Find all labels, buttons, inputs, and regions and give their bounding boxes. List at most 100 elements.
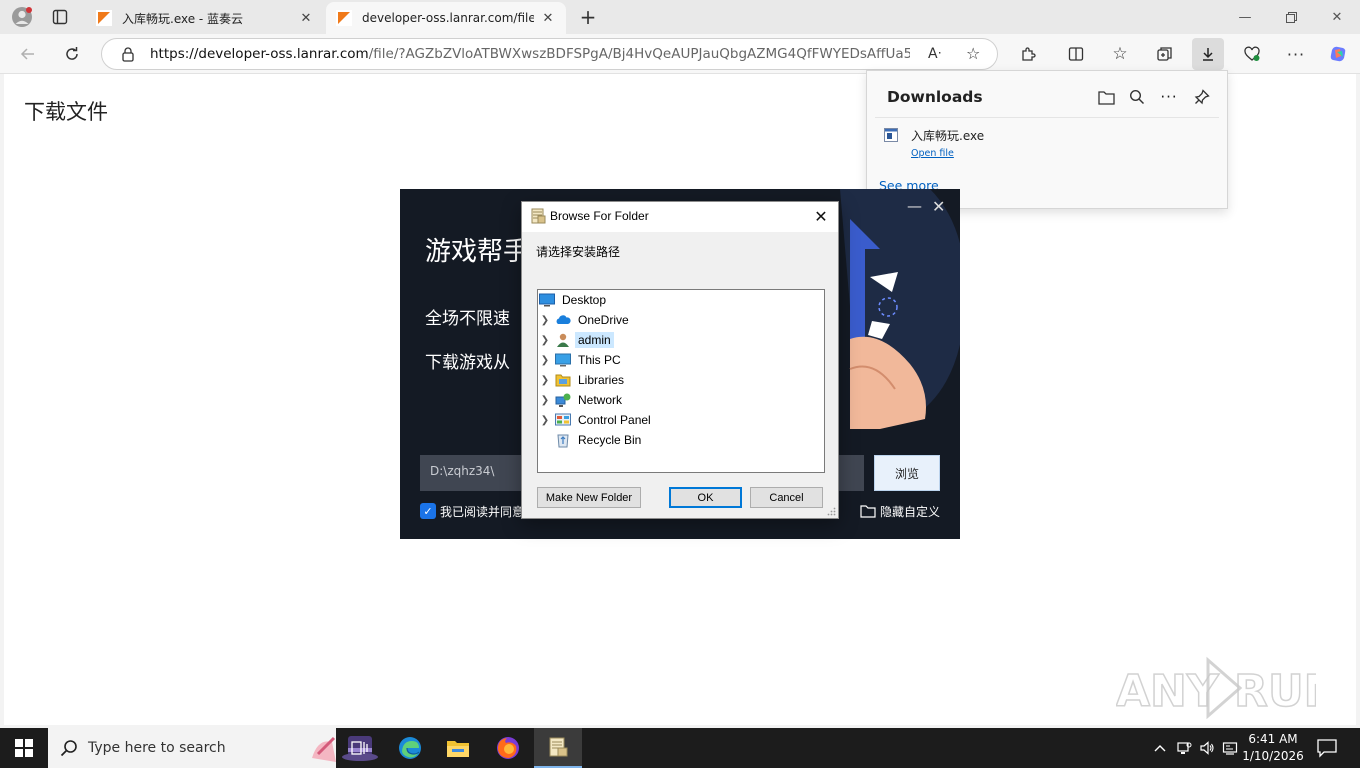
search-icon (60, 740, 77, 757)
pc-icon (555, 353, 571, 367)
installer-feature-line-2: 下载游戏从 (425, 353, 510, 373)
tree-node-libraries[interactable]: ❯ Libraries (539, 371, 627, 389)
folder-tree[interactable]: Desktop ❯ OneDrive ❯ admin ❯ This PC ❯ L… (537, 289, 825, 473)
downloads-more-icon[interactable]: ··· (1158, 86, 1180, 108)
open-file-link[interactable]: Open file (911, 148, 954, 159)
hand-illustration-icon (840, 189, 960, 429)
task-view-icon (351, 741, 368, 755)
notification-center-icon[interactable] (1316, 738, 1338, 758)
tab-close-icon[interactable]: ✕ (540, 10, 556, 26)
folder-icon[interactable] (860, 504, 876, 518)
installer-feature-line-1: 全场不限速 (425, 309, 510, 329)
make-new-folder-button[interactable]: Make New Folder (537, 487, 641, 508)
tree-node-recycle-bin[interactable]: Recycle Bin (551, 431, 644, 449)
anyrun-watermark-icon: ANY RUN (1116, 656, 1316, 720)
dialog-close-icon[interactable]: ✕ (808, 205, 834, 229)
tab-close-icon[interactable]: ✕ (298, 10, 314, 26)
start-button[interactable] (0, 728, 48, 768)
taskbar-installer-app[interactable] (534, 728, 582, 768)
extensions-icon[interactable] (1012, 38, 1044, 70)
task-view-button[interactable] (336, 728, 384, 768)
tree-node-network[interactable]: ❯ Network (539, 391, 625, 409)
expand-chevron-icon[interactable]: ❯ (539, 315, 551, 326)
read-aloud-icon[interactable]: Aᐧ (928, 46, 941, 62)
url-text[interactable]: https://developer-oss.lanrar.com/file/?A… (150, 46, 910, 62)
collections-icon[interactable] (1148, 38, 1180, 70)
address-bar[interactable]: https://developer-oss.lanrar.com/file/?A… (101, 38, 998, 70)
taskbar-file-explorer[interactable] (434, 728, 482, 768)
back-icon[interactable] (12, 38, 44, 70)
tree-node-control-panel[interactable]: ❯ Control Panel (539, 411, 654, 429)
minimize-window-icon[interactable]: — (1222, 0, 1268, 34)
installer-minimize-icon[interactable]: — (907, 197, 923, 215)
search-downloads-icon[interactable] (1126, 86, 1148, 108)
more-options-icon[interactable]: ··· (1280, 38, 1312, 70)
agree-checkbox[interactable]: ✓ (420, 503, 436, 519)
dialog-prompt: 请选择安装路径 (536, 245, 621, 259)
tree-node-onedrive[interactable]: ❯ OneDrive (539, 311, 632, 329)
dialog-app-icon (531, 208, 546, 224)
tray-input-icon[interactable] (1220, 738, 1240, 758)
lanzou-favicon-icon (96, 10, 112, 26)
open-downloads-folder-icon[interactable] (1095, 86, 1117, 108)
tab-lanzou[interactable]: 入库畅玩.exe - 蓝奏云 ✕ (86, 2, 324, 34)
tab-actions-icon[interactable] (46, 5, 74, 29)
tab-title: 入库畅玩.exe - 蓝奏云 (122, 11, 244, 26)
expand-chevron-icon[interactable]: ❯ (539, 415, 551, 426)
taskbar-search-box[interactable]: Type here to search (48, 728, 378, 768)
installer-close-icon[interactable]: ✕ (932, 197, 948, 216)
windows-logo-icon (15, 739, 33, 757)
taskbar: Type here to search 6:41 AM 1/10/2026 (0, 728, 1360, 768)
resize-grip-icon[interactable] (826, 506, 836, 516)
network-icon (555, 393, 571, 407)
browse-button[interactable]: 浏览 (874, 455, 940, 491)
recycle-bin-icon (557, 434, 569, 448)
tab-developer-oss[interactable]: developer-oss.lanrar.com/file/?AG ✕ (326, 2, 566, 34)
desktop-icon (539, 293, 555, 307)
tree-node-admin[interactable]: ❯ admin (539, 331, 614, 349)
split-screen-icon[interactable] (1060, 38, 1092, 70)
favorites-icon[interactable]: ☆ (1104, 38, 1136, 70)
expand-chevron-icon[interactable]: ❯ (539, 395, 551, 406)
lock-icon[interactable] (120, 46, 136, 62)
browser-essentials-icon[interactable] (1236, 38, 1268, 70)
page-title: 下载文件 (24, 100, 108, 124)
control-panel-icon (555, 413, 571, 426)
expand-chevron-icon[interactable]: ❯ (539, 355, 551, 366)
tab-title: developer-oss.lanrar.com/file/?AG (362, 11, 534, 25)
expand-chevron-icon[interactable]: ❯ (539, 335, 551, 346)
hide-custom-toggle[interactable]: 隐藏自定义 (880, 503, 940, 520)
taskbar-edge[interactable] (386, 728, 434, 768)
dialog-titlebar: Browse For Folder ✕ (522, 202, 838, 232)
close-window-icon[interactable]: ✕ (1314, 0, 1360, 34)
tray-network-icon[interactable] (1174, 738, 1194, 758)
refresh-icon[interactable] (56, 38, 88, 70)
tree-node-desktop[interactable]: Desktop (539, 291, 609, 309)
dialog-title: Browse For Folder (550, 209, 649, 223)
installer-title: 游戏帮手 (425, 237, 530, 267)
tray-overflow-chevron-icon[interactable] (1150, 738, 1170, 758)
clock-time: 6:41 AM (1248, 732, 1298, 746)
installer-app-icon (549, 737, 568, 757)
pin-icon[interactable] (1191, 86, 1213, 108)
browse-for-folder-dialog: Browse For Folder ✕ 请选择安装路径 Desktop ❯ On… (521, 201, 839, 519)
cancel-button[interactable]: Cancel (750, 487, 823, 508)
download-file-name[interactable]: 入库畅玩.exe (911, 127, 984, 144)
copilot-icon[interactable] (1322, 38, 1354, 70)
agree-label[interactable]: 我已阅读并同意 (440, 503, 524, 520)
tray-volume-icon[interactable] (1197, 738, 1217, 758)
taskbar-clock[interactable]: 6:41 AM 1/10/2026 (1240, 731, 1306, 765)
expand-chevron-icon[interactable]: ❯ (539, 375, 551, 386)
favorite-star-icon[interactable]: ☆ (966, 44, 980, 63)
restore-window-icon[interactable] (1268, 0, 1314, 34)
ok-button[interactable]: OK (669, 487, 742, 508)
profile-avatar-icon[interactable] (8, 5, 36, 29)
file-explorer-icon (447, 741, 469, 757)
onedrive-icon (556, 315, 571, 324)
tree-node-this-pc[interactable]: ❯ This PC (539, 351, 624, 369)
clock-date: 1/10/2026 (1242, 749, 1304, 763)
new-tab-icon[interactable]: + (574, 5, 602, 29)
taskbar-firefox[interactable] (484, 728, 532, 768)
downloads-title: Downloads (887, 88, 983, 106)
downloads-icon[interactable] (1192, 38, 1224, 70)
